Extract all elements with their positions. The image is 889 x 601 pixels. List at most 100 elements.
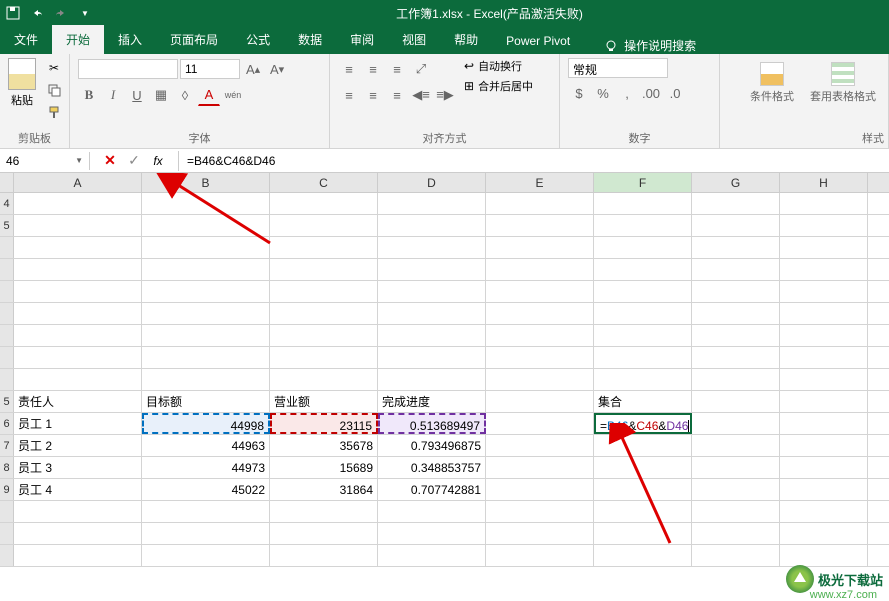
cell[interactable] xyxy=(692,215,780,236)
name-box-dropdown-icon[interactable]: ▼ xyxy=(75,156,83,165)
formula-input[interactable]: =B46&C46&D46 xyxy=(179,152,889,170)
col-header-B[interactable]: B xyxy=(142,173,270,192)
cell[interactable] xyxy=(142,523,270,544)
cell[interactable]: 0.348853757 xyxy=(378,457,486,478)
cell[interactable] xyxy=(486,523,594,544)
cell[interactable] xyxy=(142,215,270,236)
cell[interactable] xyxy=(594,347,692,368)
cell[interactable] xyxy=(780,391,868,412)
row-header[interactable] xyxy=(0,237,14,258)
orientation-icon[interactable]: ⤢ xyxy=(410,58,432,80)
cell[interactable] xyxy=(486,501,594,522)
cell[interactable] xyxy=(692,413,780,434)
number-format-select[interactable]: 常规 xyxy=(568,58,668,78)
worksheet[interactable]: A B C D E F G H 4 5 5 责任人 目标额 营业额 完成进度 集… xyxy=(0,173,889,567)
bold-button[interactable]: B xyxy=(78,84,100,106)
save-icon[interactable] xyxy=(4,4,22,22)
cell[interactable] xyxy=(486,545,594,566)
cell[interactable] xyxy=(14,281,142,302)
cell[interactable]: 31864 xyxy=(270,479,378,500)
cell[interactable] xyxy=(692,347,780,368)
cell[interactable] xyxy=(142,347,270,368)
cell[interactable] xyxy=(486,281,594,302)
cell[interactable] xyxy=(14,325,142,346)
cell[interactable] xyxy=(142,303,270,324)
row-header[interactable] xyxy=(0,325,14,346)
cell[interactable] xyxy=(378,259,486,280)
tab-formulas[interactable]: 公式 xyxy=(232,25,284,54)
cell[interactable] xyxy=(780,215,868,236)
tab-file[interactable]: 文件 xyxy=(0,25,52,54)
redo-icon[interactable] xyxy=(52,4,70,22)
cell[interactable] xyxy=(594,325,692,346)
cell[interactable] xyxy=(780,369,868,390)
cell[interactable] xyxy=(270,237,378,258)
cell[interactable] xyxy=(378,303,486,324)
cell[interactable]: 员工 2 xyxy=(14,435,142,456)
cell[interactable] xyxy=(378,215,486,236)
font-size-select[interactable]: 11 xyxy=(180,59,240,79)
qat-dropdown-icon[interactable]: ▼ xyxy=(76,4,94,22)
cell[interactable] xyxy=(692,193,780,214)
confirm-button[interactable]: ✓ xyxy=(122,151,146,171)
row-header[interactable]: 9 xyxy=(0,479,14,500)
cell[interactable] xyxy=(594,237,692,258)
cell[interactable] xyxy=(142,325,270,346)
cell[interactable] xyxy=(780,281,868,302)
cell[interactable] xyxy=(270,325,378,346)
conditional-format-button[interactable]: 条件格式 xyxy=(746,58,798,144)
decrease-indent-icon[interactable]: ◀≡ xyxy=(410,84,432,106)
cell[interactable] xyxy=(142,369,270,390)
cell[interactable] xyxy=(692,501,780,522)
cell[interactable]: 0.707742881 xyxy=(378,479,486,500)
cell[interactable] xyxy=(692,325,780,346)
decrease-decimal-icon[interactable]: .0 xyxy=(664,82,686,104)
row-header[interactable]: 8 xyxy=(0,457,14,478)
cell[interactable] xyxy=(378,347,486,368)
col-header-E[interactable]: E xyxy=(486,173,594,192)
cell[interactable] xyxy=(486,479,594,500)
cell[interactable] xyxy=(692,369,780,390)
cell[interactable]: 44963 xyxy=(142,435,270,456)
cell-header-a[interactable]: 责任人 xyxy=(14,391,142,412)
cell[interactable] xyxy=(270,347,378,368)
cell-header-f[interactable]: 集合 xyxy=(594,391,692,412)
copy-icon[interactable] xyxy=(44,80,64,100)
cell[interactable] xyxy=(692,303,780,324)
format-painter-icon[interactable] xyxy=(44,102,64,122)
italic-button[interactable]: I xyxy=(102,84,124,106)
cell[interactable] xyxy=(780,303,868,324)
cell[interactable] xyxy=(692,545,780,566)
cell[interactable] xyxy=(378,325,486,346)
tab-page-layout[interactable]: 页面布局 xyxy=(156,25,232,54)
cell[interactable] xyxy=(14,259,142,280)
cell[interactable] xyxy=(780,435,868,456)
row-header[interactable] xyxy=(0,369,14,390)
cell[interactable]: 员工 1 xyxy=(14,413,142,434)
cell[interactable] xyxy=(486,303,594,324)
cell[interactable] xyxy=(14,303,142,324)
cell[interactable] xyxy=(14,193,142,214)
cell[interactable] xyxy=(270,215,378,236)
cell[interactable] xyxy=(594,479,692,500)
align-left-icon[interactable]: ≡ xyxy=(338,84,360,106)
cell[interactable] xyxy=(14,347,142,368)
cell[interactable] xyxy=(594,259,692,280)
cell[interactable] xyxy=(780,325,868,346)
cell[interactable] xyxy=(780,457,868,478)
tab-home[interactable]: 开始 xyxy=(52,25,104,54)
cell[interactable] xyxy=(780,347,868,368)
row-header[interactable]: 5 xyxy=(0,215,14,236)
align-top-icon[interactable]: ≡ xyxy=(338,58,360,80)
cell[interactable] xyxy=(594,545,692,566)
cell[interactable] xyxy=(14,215,142,236)
increase-indent-icon[interactable]: ≡▶ xyxy=(434,84,456,106)
row-header[interactable]: 4 xyxy=(0,193,14,214)
cell[interactable] xyxy=(780,259,868,280)
cell[interactable] xyxy=(378,501,486,522)
cell[interactable] xyxy=(486,457,594,478)
cell[interactable] xyxy=(270,523,378,544)
cell[interactable] xyxy=(780,237,868,258)
cell[interactable] xyxy=(270,193,378,214)
row-header[interactable] xyxy=(0,523,14,544)
